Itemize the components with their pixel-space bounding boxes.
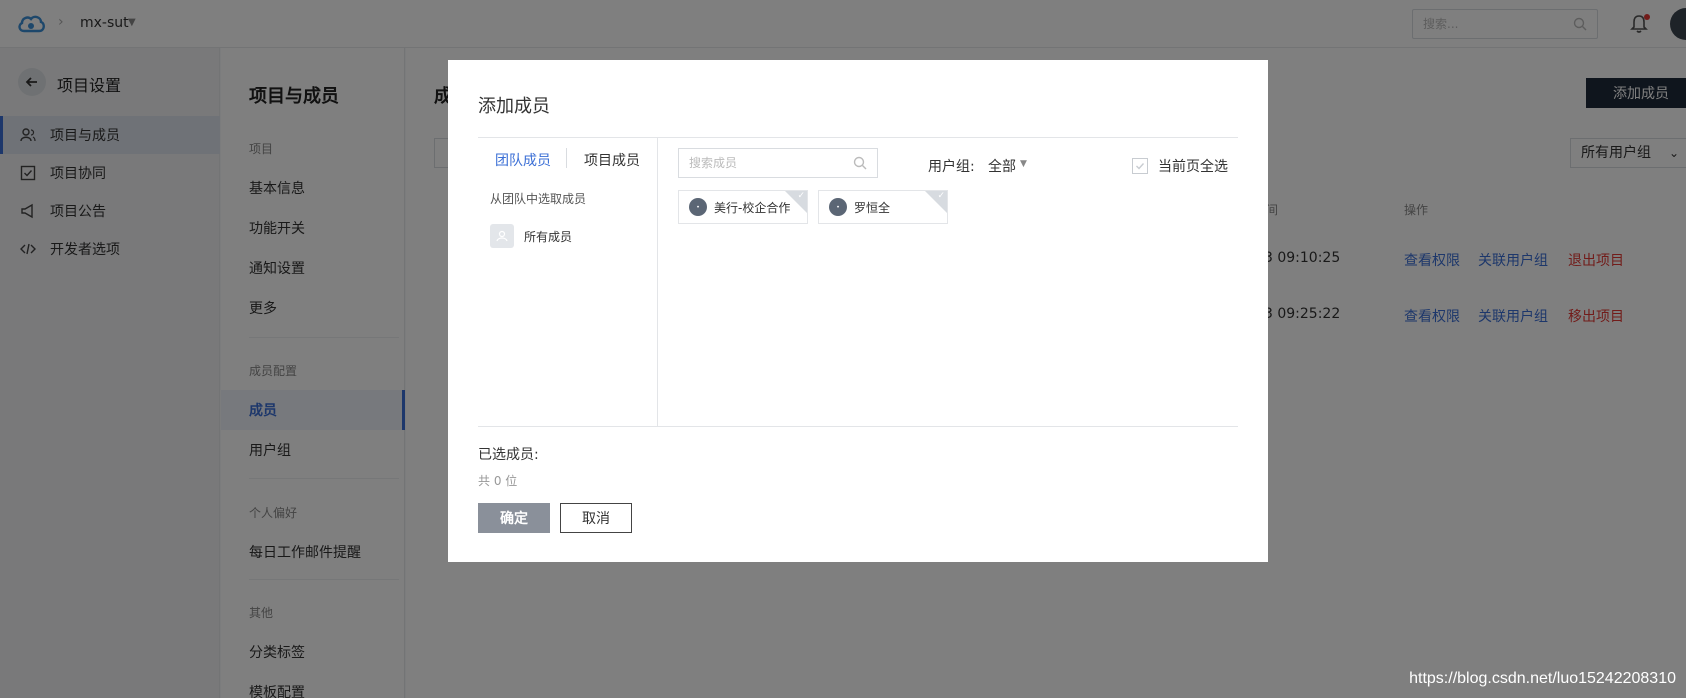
member-name: 美行-校企合作: [714, 200, 791, 215]
user-group-dropdown[interactable]: 全部: [988, 156, 1016, 176]
tab-project-members[interactable]: 项目成员: [584, 150, 640, 170]
search-icon: [853, 156, 867, 170]
tab-team-members[interactable]: 团队成员: [495, 150, 551, 170]
checkbox-icon[interactable]: [1132, 158, 1148, 174]
add-member-dialog: 添加成员 团队成员 项目成员 从团队中选取成员 所有成员 用户组: 全部 ▼ 当…: [448, 60, 1268, 562]
confirm-button[interactable]: 确定: [478, 503, 550, 533]
member-avatar: •: [689, 198, 707, 216]
select-all-label: 当前页全选: [1158, 159, 1228, 175]
member-search[interactable]: [678, 148, 878, 178]
member-card[interactable]: • 罗恒全 ✓: [818, 190, 948, 224]
dialog-title: 添加成员: [478, 96, 550, 117]
check-icon: ✓: [797, 191, 805, 201]
group-icon: [490, 224, 514, 248]
selected-members-count: 共 0 位: [478, 474, 518, 488]
all-members-item[interactable]: 所有成员: [490, 224, 572, 248]
check-icon: ✓: [937, 191, 945, 201]
member-card[interactable]: • 美行-校企合作 ✓: [678, 190, 808, 224]
dialog-divider: [478, 137, 1238, 138]
all-members-label: 所有成员: [524, 229, 573, 244]
user-group-label: 用户组:: [928, 159, 975, 175]
chevron-down-icon[interactable]: ▼: [1020, 159, 1027, 169]
watermark-text: https://blog.csdn.net/luo15242208310: [1409, 670, 1676, 687]
pick-from-team-label: 从团队中选取成员: [490, 192, 587, 206]
member-avatar: •: [829, 198, 847, 216]
member-search-input[interactable]: [679, 149, 839, 177]
select-all-checkbox[interactable]: 当前页全选: [1132, 156, 1228, 176]
dialog-divider: [478, 426, 1238, 427]
member-name: 罗恒全: [854, 200, 891, 215]
selected-members-label: 已选成员:: [478, 447, 539, 463]
tab-separator: [566, 148, 567, 168]
cancel-button[interactable]: 取消: [560, 503, 632, 533]
dialog-column-divider: [657, 138, 658, 426]
